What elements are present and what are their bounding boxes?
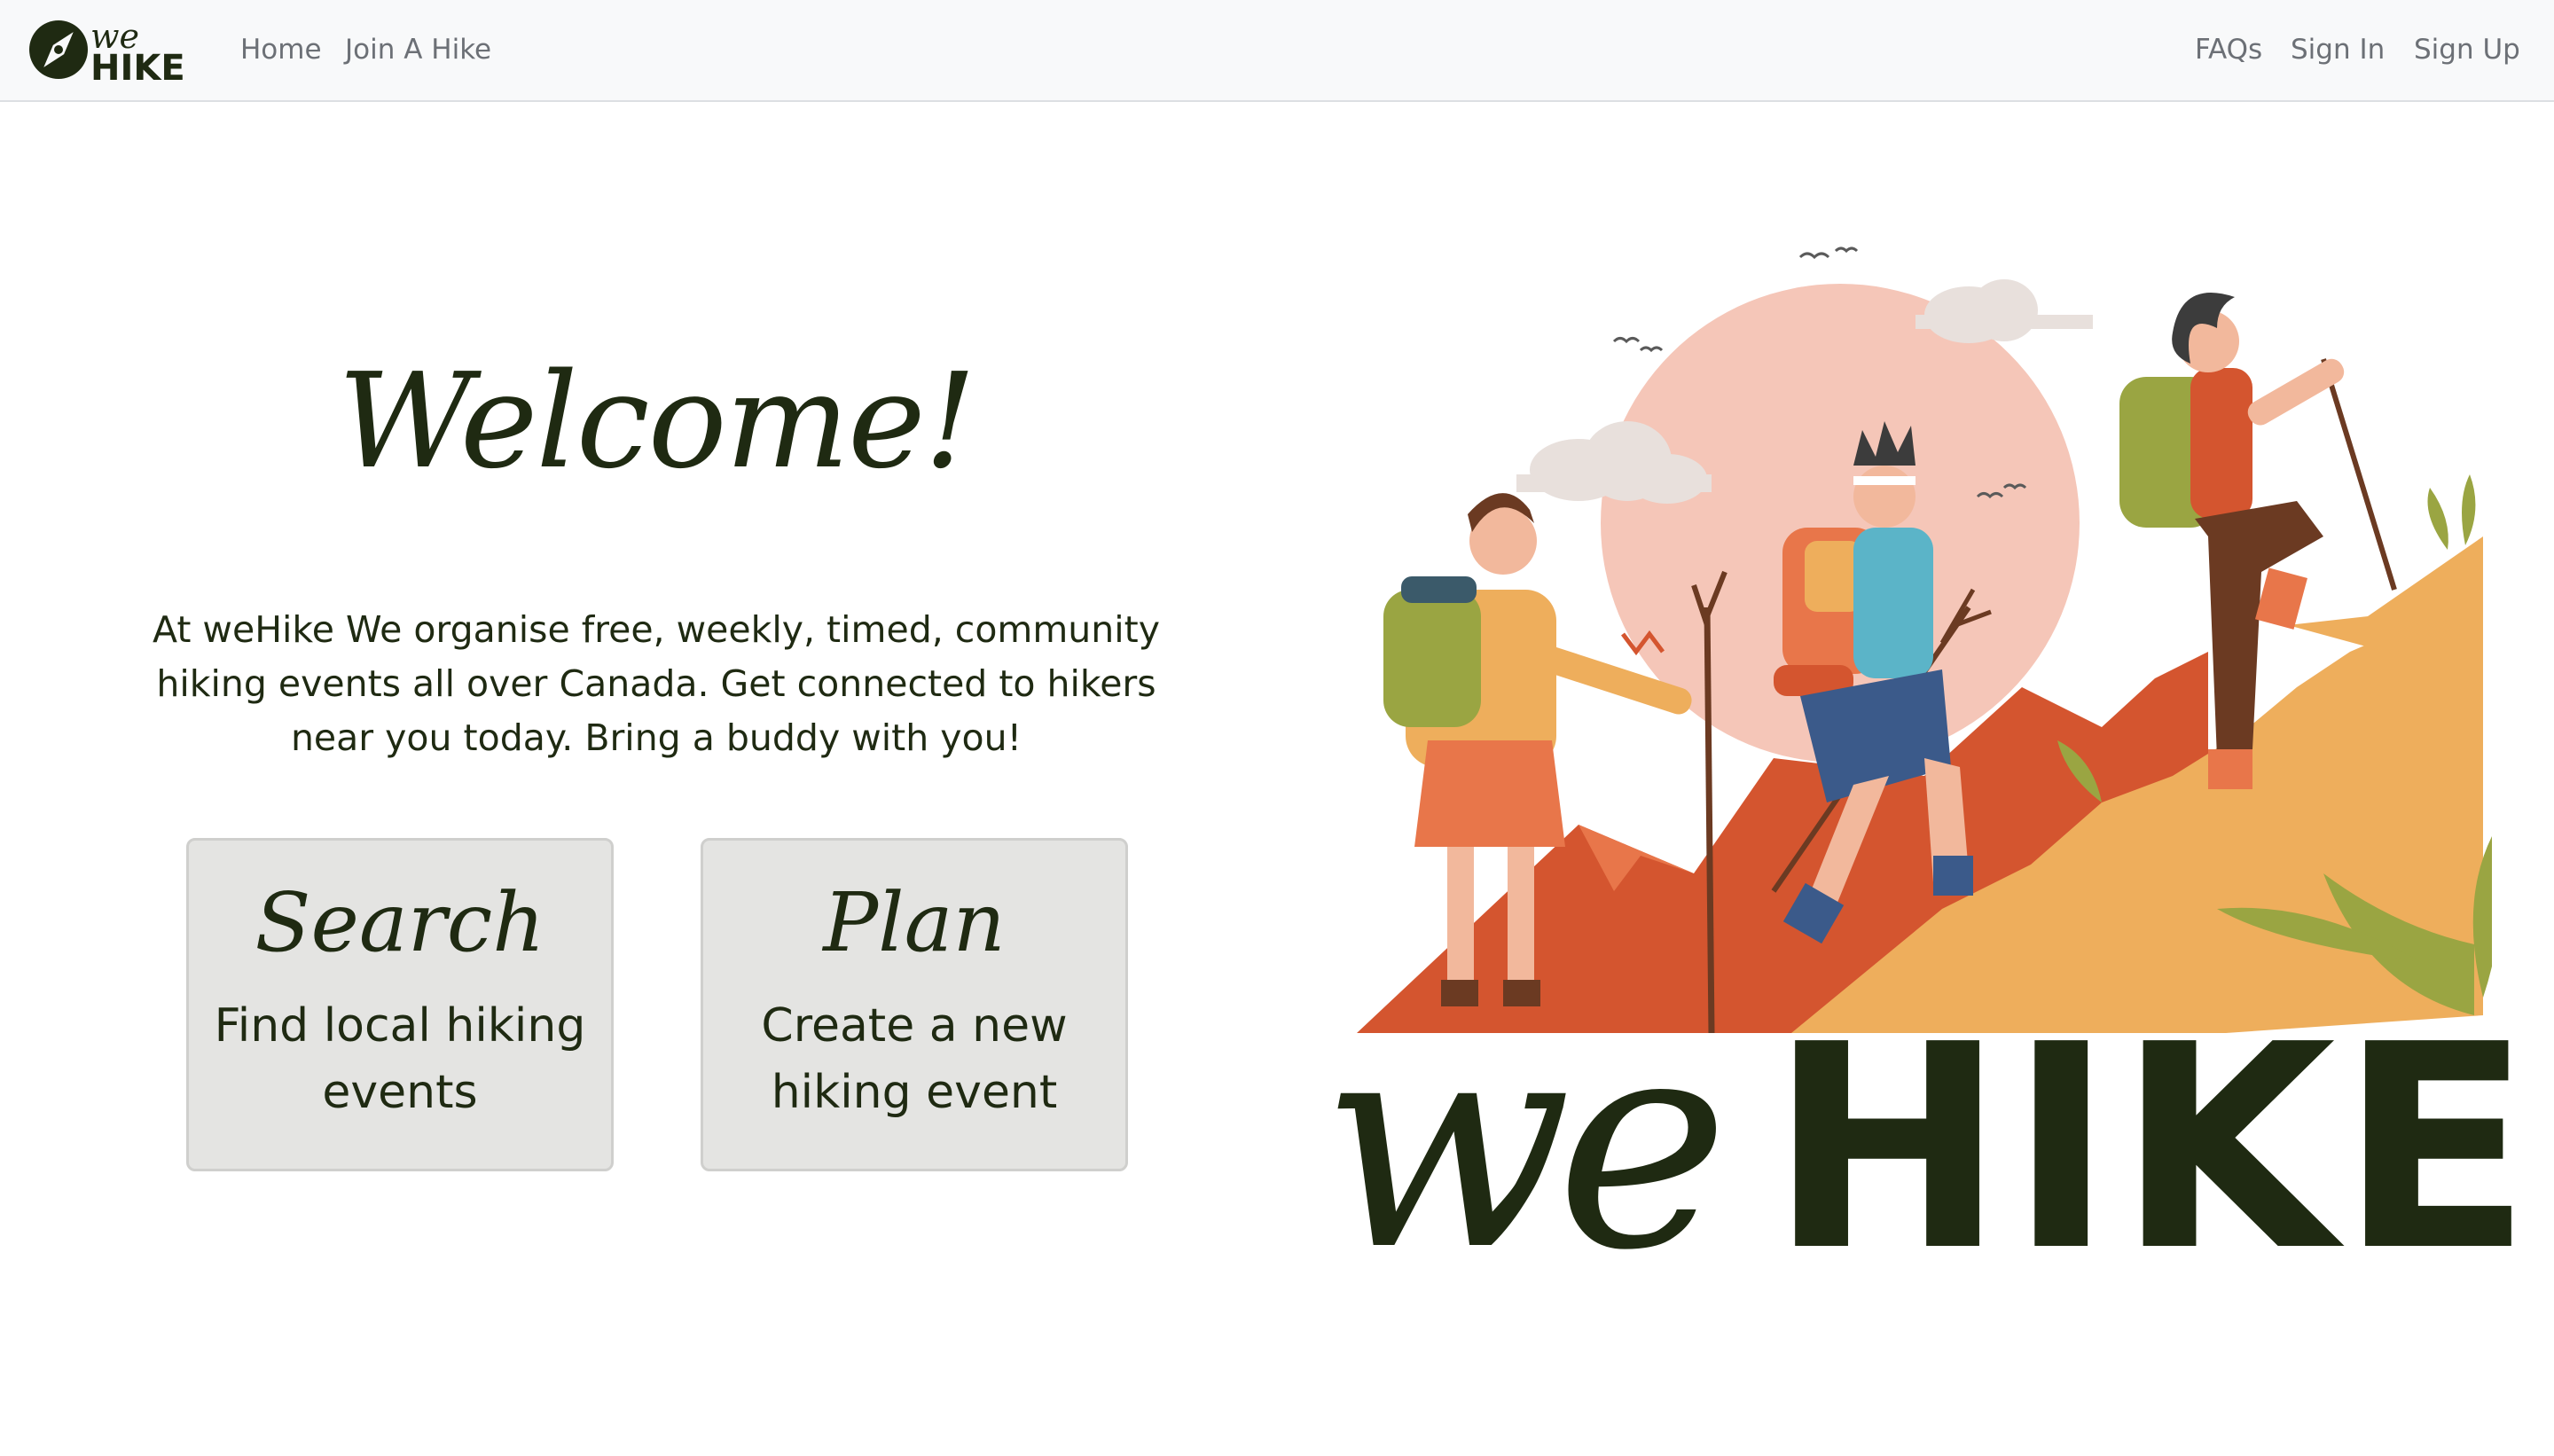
- wordmark-script-text: we: [1321, 974, 1729, 1314]
- wordmark-bold-text: HIKE: [1769, 984, 2536, 1312]
- search-card[interactable]: Search Find local hiking events: [186, 838, 614, 1171]
- nav-sign-in-link[interactable]: Sign In: [2291, 30, 2385, 69]
- nav-join-hike-link[interactable]: Join A Hike: [345, 30, 491, 69]
- navbar: we HIKE Home Join A Hike FAQs Sign In Si…: [0, 0, 2554, 102]
- compass-logo-icon: we HIKE: [29, 17, 185, 89]
- plan-card-title: Plan: [823, 875, 1006, 970]
- search-card-title: Search: [255, 875, 545, 970]
- plan-card[interactable]: Plan Create a new hiking event: [701, 838, 1128, 1171]
- nav-faqs-link[interactable]: FAQs: [2195, 30, 2262, 69]
- plan-card-text: Create a new hiking event: [761, 999, 1068, 1119]
- brand-bottom-text: HIKE: [90, 48, 185, 85]
- walking-stick-3: [2321, 358, 2397, 591]
- intro-paragraph: At weHike We organise free, weekly, time…: [153, 608, 1160, 759]
- nav-home-link[interactable]: Home: [240, 30, 322, 69]
- search-card-text: Find local hiking events: [214, 999, 586, 1119]
- brand-logo-link[interactable]: we HIKE: [28, 16, 192, 89]
- walking-stick-1: [1704, 607, 1715, 1034]
- nav-sign-up-link[interactable]: Sign Up: [2414, 30, 2520, 69]
- welcome-heading: Welcome!: [337, 345, 976, 497]
